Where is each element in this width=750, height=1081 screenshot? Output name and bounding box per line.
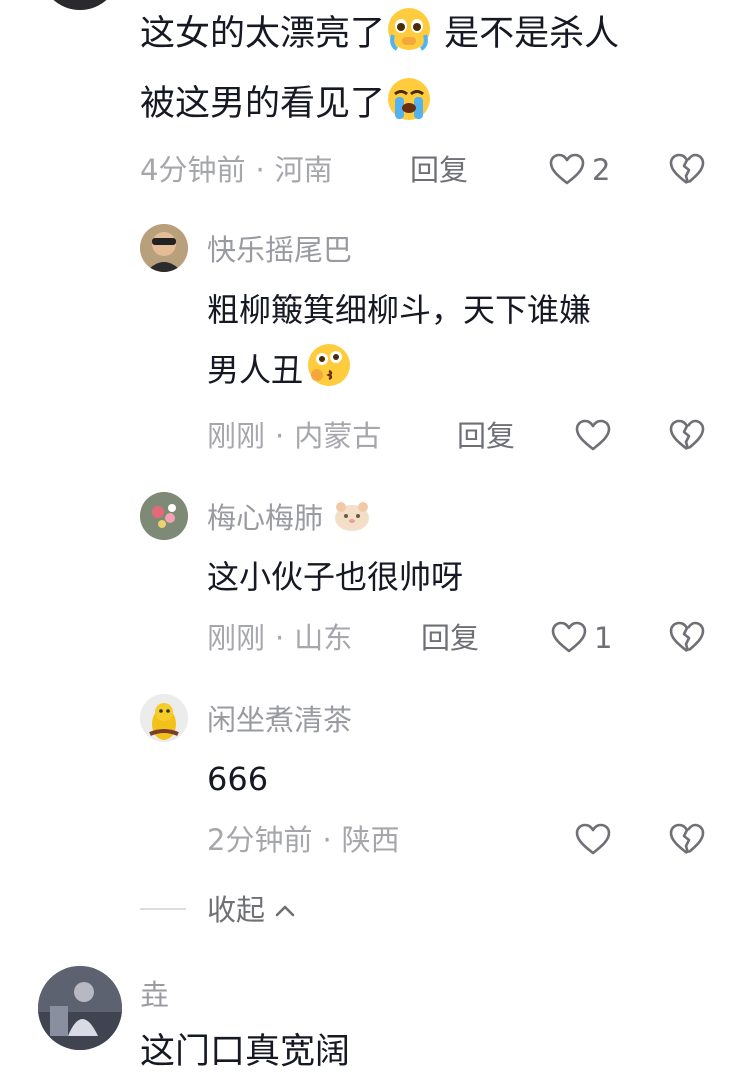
like-heart-icon[interactable] xyxy=(574,418,612,452)
like-heart-icon[interactable] xyxy=(550,620,588,654)
avatar[interactable] xyxy=(140,694,188,742)
comment-meta: 4分钟前 · 河南 xyxy=(140,150,333,190)
avatar[interactable] xyxy=(140,224,188,272)
reply-location: 陕西 xyxy=(341,823,400,857)
like-heart-icon[interactable] xyxy=(574,822,612,856)
separator-dot: · xyxy=(255,153,265,187)
avatar[interactable] xyxy=(38,966,122,1050)
reply-username[interactable]: 梅心梅肺 xyxy=(207,498,372,542)
collapse-divider xyxy=(140,908,186,910)
reply-meta: 2分钟前 · 陕西 xyxy=(207,820,400,860)
pleading-face-emoji-icon xyxy=(385,8,433,54)
comment-text-line2: 被这男的看见了 xyxy=(140,75,720,133)
reply-button[interactable]: 回复 xyxy=(421,618,479,658)
dislike-broken-heart-icon[interactable] xyxy=(668,418,706,452)
reply-time: 刚刚 xyxy=(207,621,266,655)
chevron-up-icon xyxy=(274,888,296,928)
kissing-face-emoji-icon xyxy=(303,344,353,389)
like-count: 2 xyxy=(592,153,611,187)
comment-time: 4分钟前 xyxy=(140,153,246,187)
reply-button[interactable]: 回复 xyxy=(457,416,515,456)
reply-time: 刚刚 xyxy=(207,419,266,453)
reply-username[interactable]: 闲坐煮清茶 xyxy=(207,700,352,740)
reply-username[interactable]: 快乐摇尾巴 xyxy=(207,230,352,270)
hamster-badge-icon xyxy=(332,500,372,542)
like-heart-icon[interactable] xyxy=(548,152,586,186)
separator-dot: · xyxy=(275,621,285,655)
dislike-broken-heart-icon[interactable] xyxy=(668,620,706,654)
separator-dot: · xyxy=(322,823,332,857)
collapse-replies-button[interactable]: 收起 xyxy=(207,888,296,930)
reply-time: 2分钟前 xyxy=(207,823,313,857)
dislike-broken-heart-icon[interactable] xyxy=(668,822,706,856)
reply-button[interactable]: 回复 xyxy=(410,150,468,190)
comment-username[interactable]: 垚 xyxy=(140,975,169,1015)
avatar[interactable] xyxy=(140,492,188,540)
reply-text: 这小伙子也很帅呀 xyxy=(207,558,464,596)
reply-text: 粗柳簸箕细柳斗，天下谁嫌 男人丑 xyxy=(207,291,592,389)
comment-text: 这女的太漂亮了 是不是杀人 xyxy=(140,5,720,63)
avatar[interactable] xyxy=(40,0,120,10)
loudly-crying-face-emoji-icon xyxy=(385,78,433,124)
comment-location: 河南 xyxy=(274,153,333,187)
separator-dot: · xyxy=(275,419,285,453)
reply-location: 山东 xyxy=(294,621,353,655)
dislike-broken-heart-icon[interactable] xyxy=(668,152,706,186)
reply-meta: 刚刚 · 内蒙古 xyxy=(207,416,381,456)
like-count: 1 xyxy=(594,621,613,655)
reply-location: 内蒙古 xyxy=(294,419,382,453)
comment-text: 这门口真宽阔 xyxy=(140,1032,351,1072)
reply-meta: 刚刚 · 山东 xyxy=(207,618,352,658)
reply-text: 666 xyxy=(207,760,269,798)
